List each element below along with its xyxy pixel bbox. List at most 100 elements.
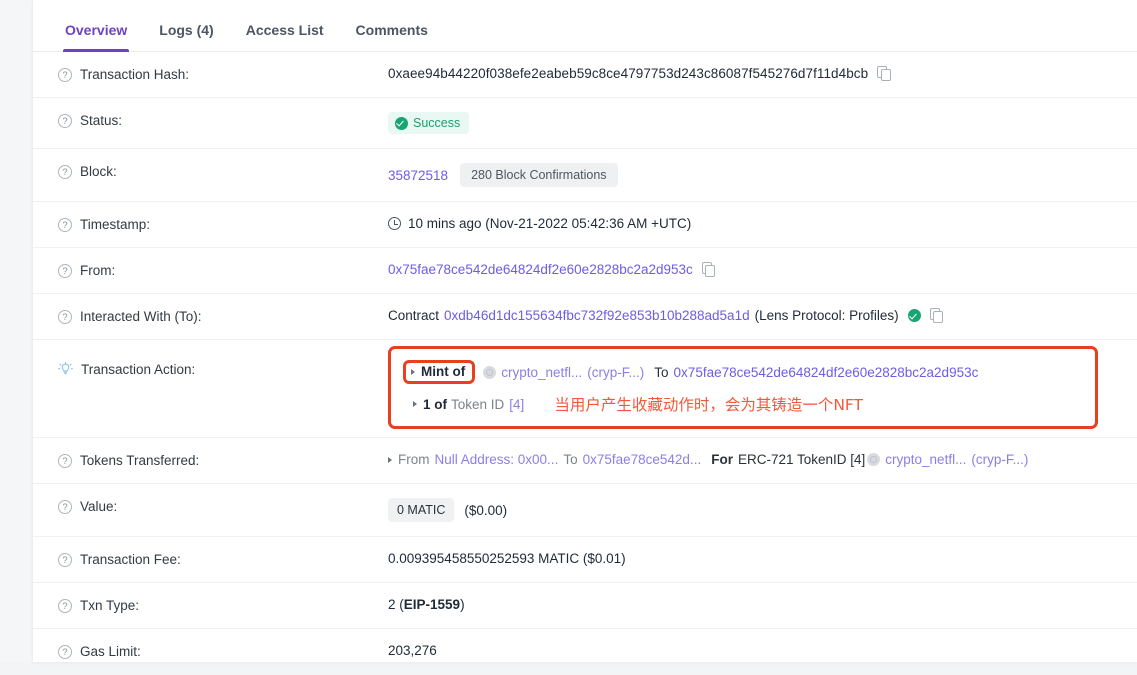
txn-type-eip: EIP-1559 — [403, 597, 461, 612]
token-placeholder-icon — [867, 453, 881, 466]
expand-caret-icon — [413, 401, 417, 407]
detail-rows: ? Transaction Hash: 0xaee94b44220f038efe… — [33, 52, 1137, 675]
row-transaction-hash: ? Transaction Hash: 0xaee94b44220f038efe… — [33, 52, 1137, 98]
label-text: Txn Type: — [80, 598, 140, 613]
contract-prefix: Contract — [388, 308, 440, 323]
mint-of-highlight[interactable]: Mint of — [403, 360, 476, 384]
transfer-token-symbol[interactable]: (cryp-F...) — [971, 452, 1028, 467]
label-value: ? Value: — [33, 484, 388, 529]
row-timestamp: ? Timestamp: 10 mins ago (Nov-21-2022 05… — [33, 202, 1137, 248]
help-icon[interactable]: ? — [58, 499, 72, 514]
transfer-to-word: To — [563, 452, 578, 467]
label-transaction-action: Transaction Action: — [33, 340, 388, 392]
help-icon[interactable]: ? — [58, 598, 72, 613]
label-text: Block: — [80, 164, 117, 179]
block-number-link[interactable]: 35872518 — [388, 168, 448, 183]
gas-limit-value: 203,276 — [388, 643, 437, 658]
label-block: ? Block: — [33, 149, 388, 194]
tab-overview[interactable]: Overview — [49, 22, 143, 52]
value-fiat: ($0.00) — [464, 502, 508, 518]
action-highlight-outer: Mint of crypto_netfl... (cryp-F...) To 0… — [388, 346, 1098, 429]
row-transaction-fee: ? Transaction Fee: 0.009395458550252593 … — [33, 537, 1137, 583]
help-icon[interactable]: ? — [58, 644, 72, 659]
help-icon[interactable]: ? — [58, 217, 72, 232]
copy-icon[interactable] — [877, 66, 891, 81]
row-interacted-with: ? Interacted With (To): Contract 0xdb46d… — [33, 294, 1137, 340]
label-from: ? From: — [33, 248, 388, 293]
action-line-token-id: 1 of Token ID [4] 当用户产生收藏动作时，会为其铸造一个NFT — [403, 393, 1081, 415]
label-text: Value: — [80, 499, 118, 514]
tab-comments[interactable]: Comments — [340, 22, 444, 51]
help-icon[interactable]: ? — [58, 164, 72, 179]
value-transaction-hash: 0xaee94b44220f038efe2eabeb59c8ce4797753d… — [388, 52, 1137, 95]
action-token-symbol[interactable]: (cryp-F...) — [587, 365, 644, 380]
expand-caret-icon — [388, 456, 392, 463]
help-icon[interactable]: ? — [58, 263, 72, 278]
contract-tag: (Lens Protocol: Profiles) — [754, 308, 899, 323]
value-transaction-fee: 0.009395458550252593 MATIC ($0.01) — [388, 537, 1137, 580]
row-txn-type: ? Txn Type: 2 ( EIP-1559 ) — [33, 583, 1137, 629]
tab-access-list[interactable]: Access List — [230, 22, 340, 51]
copy-icon[interactable] — [929, 308, 944, 323]
label-text: Status: — [80, 113, 123, 128]
label-transaction-fee: ? Transaction Fee: — [33, 537, 388, 582]
label-text: Gas Limit: — [80, 644, 141, 659]
label-text: Transaction Hash: — [80, 67, 190, 82]
transfer-from-value[interactable]: Null Address: 0x00... — [435, 452, 559, 467]
row-block: ? Block: 35872518 280 Block Confirmation… — [33, 149, 1137, 202]
lightbulb-icon — [58, 362, 73, 375]
label-text: Transaction Action: — [81, 362, 196, 377]
label-text: From: — [80, 263, 116, 278]
value-status: Success — [388, 98, 1137, 148]
tab-logs-label: Logs (4) — [159, 22, 214, 38]
tab-logs[interactable]: Logs (4) — [143, 22, 229, 51]
value-timestamp: 10 mins ago (Nov-21-2022 05:42:36 AM +UT… — [388, 202, 1137, 245]
help-icon[interactable]: ? — [58, 113, 72, 128]
label-gas-limit: ? Gas Limit: — [33, 629, 388, 674]
action-token-id[interactable]: [4] — [509, 397, 524, 412]
txn-type-prefix: 2 ( — [388, 597, 404, 612]
transaction-fee-value: 0.009395458550252593 MATIC ($0.01) — [388, 551, 626, 566]
label-text: Tokens Transferred: — [80, 453, 200, 468]
label-txn-type: ? Txn Type: — [33, 583, 388, 628]
row-tokens-transferred: ? Tokens Transferred: From Null Address:… — [33, 438, 1137, 484]
action-line-mint: Mint of crypto_netfl... (cryp-F...) To 0… — [403, 360, 1081, 384]
label-status: ? Status: — [33, 98, 388, 143]
copy-icon[interactable] — [701, 262, 716, 277]
status-badge: Success — [388, 112, 470, 134]
label-transaction-hash: ? Transaction Hash: — [33, 52, 388, 97]
row-transaction-action: Transaction Action: Mint of crypto_netfl… — [33, 340, 1137, 438]
tab-overview-label: Overview — [65, 22, 128, 38]
expand-caret-icon — [411, 368, 415, 375]
transfer-to-value[interactable]: 0x75fae78ce542d... — [583, 452, 702, 467]
contract-address-link[interactable]: 0xdb46d1dc155634fbc732f92e853b10b288ad5a… — [444, 308, 750, 323]
txn-type-suffix: ) — [460, 597, 465, 612]
label-timestamp: ? Timestamp: — [33, 202, 388, 247]
transfer-token-name[interactable]: crypto_netfl... — [885, 452, 966, 467]
help-icon[interactable]: ? — [58, 309, 72, 324]
chinese-annotation-text: 当用户产生收藏动作时，会为其铸造一个NFT — [554, 396, 864, 414]
value-amount-badge: 0 MATIC — [388, 498, 455, 522]
help-icon[interactable]: ? — [58, 453, 72, 468]
label-interacted-with: ? Interacted With (To): — [33, 294, 388, 339]
tab-bar: Overview Logs (4) Access List Comments — [33, 0, 1137, 52]
from-address-link[interactable]: 0x75fae78ce542de64824df2e60e2828bc2a2d95… — [388, 262, 693, 277]
label-tokens-transferred: ? Tokens Transferred: — [33, 438, 388, 483]
token-placeholder-icon — [483, 365, 497, 379]
label-text: Transaction Fee: — [80, 552, 181, 567]
tab-comments-label: Comments — [355, 22, 428, 38]
transaction-hash-value: 0xaee94b44220f038efe2eabeb59c8ce4797753d… — [388, 66, 869, 81]
action-to-address[interactable]: 0x75fae78ce542de64824df2e60e2828bc2a2d95… — [674, 365, 979, 380]
status-badge-label: Success — [413, 116, 461, 130]
action-token-name[interactable]: crypto_netfl... — [501, 365, 582, 380]
transaction-details-card: Overview Logs (4) Access List Comments ?… — [32, 0, 1137, 662]
help-icon[interactable]: ? — [58, 552, 72, 567]
help-icon[interactable]: ? — [58, 67, 72, 82]
row-value: ? Value: 0 MATIC ($0.00) — [33, 484, 1137, 537]
action-amount: 1 of — [423, 396, 448, 412]
success-check-icon — [395, 116, 408, 130]
transfer-from-word: From — [398, 452, 430, 467]
value-tokens-transferred: From Null Address: 0x00... To 0x75fae78c… — [388, 438, 1137, 481]
row-status: ? Status: Success — [33, 98, 1137, 149]
block-confirmations-badge: 280 Block Confirmations — [460, 163, 618, 187]
